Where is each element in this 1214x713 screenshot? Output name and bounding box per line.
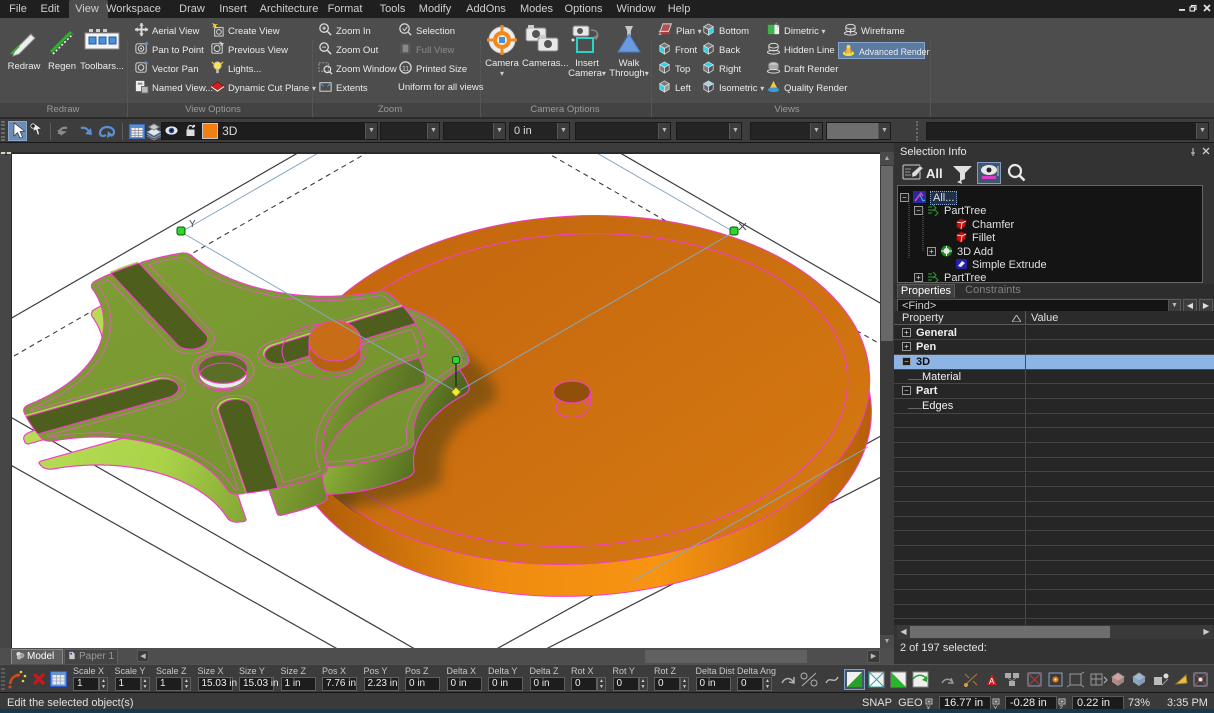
svg-text:A: A <box>989 677 995 686</box>
svg-text:Y: Y <box>189 219 196 230</box>
svg-text:11: 11 <box>402 65 409 72</box>
svg-text:Y: Y <box>993 706 998 712</box>
svg-text:All: All <box>926 166 943 181</box>
svg-text:Z: Z <box>462 351 468 362</box>
svg-text:Z: Z <box>1059 706 1064 712</box>
svg-text:1: 1 <box>658 30 662 37</box>
svg-text:X: X <box>926 706 931 712</box>
